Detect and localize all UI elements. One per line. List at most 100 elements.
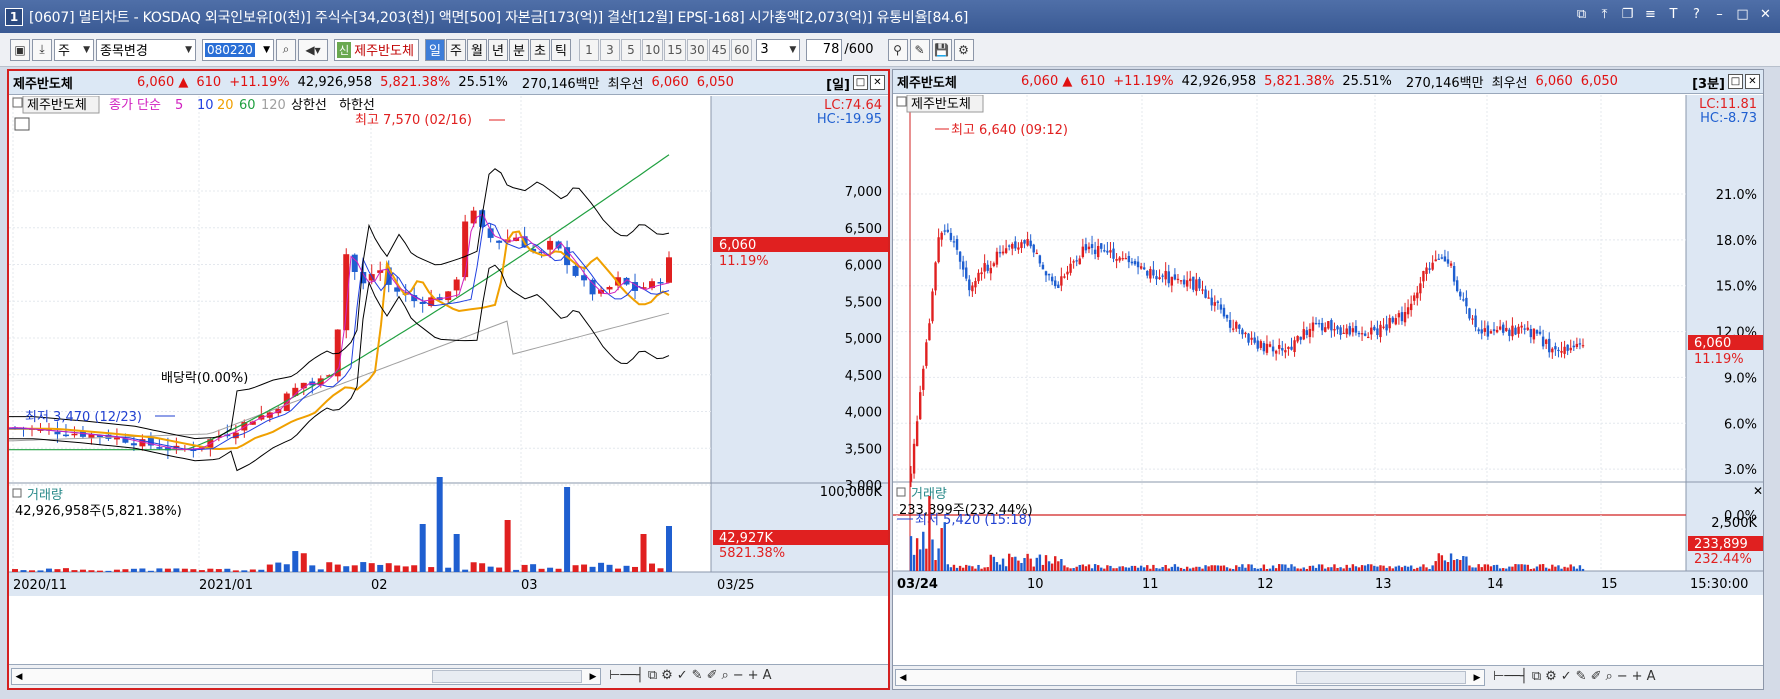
volume-bar — [949, 567, 953, 571]
interval-button[interactable]: 60 — [731, 38, 753, 61]
arrow-right-icon[interactable]: ▶ — [1470, 670, 1484, 685]
text-icon[interactable]: A — [763, 668, 772, 683]
period-button[interactable]: 일 — [424, 38, 445, 61]
period-button[interactable]: 월 — [466, 38, 487, 61]
scroll-thumb[interactable] — [432, 670, 582, 683]
candle-body — [1176, 278, 1180, 280]
volume-bar — [1532, 568, 1536, 571]
font-icon[interactable]: T — [1665, 6, 1682, 23]
period-button[interactable]: 주 — [445, 38, 466, 61]
text-icon[interactable]: A — [1647, 669, 1656, 684]
check-icon[interactable]: ✓ — [1561, 669, 1572, 684]
zoom-slider-icon[interactable]: ⊢──┤ — [609, 668, 644, 683]
scroll-thumb[interactable] — [1296, 671, 1466, 684]
period-label: [3분] — [1692, 77, 1725, 92]
volume-bar — [606, 564, 613, 572]
volume-bar — [632, 566, 639, 572]
candle-body — [1446, 259, 1450, 264]
zoom-in-icon[interactable]: + — [1632, 669, 1643, 684]
zoom-out-icon[interactable]: − — [733, 668, 744, 683]
volume-value: 233,899주(232.44%) — [899, 503, 1033, 518]
interval-button[interactable]: 15 — [664, 38, 686, 61]
draw-icon[interactable]: ✎ — [909, 38, 930, 61]
count-input[interactable]: 78 — [806, 38, 843, 61]
magnifier-icon[interactable]: ⌕ — [721, 668, 728, 683]
period-button[interactable]: 분 — [508, 38, 529, 61]
volume-bar — [925, 548, 928, 571]
settings-icon[interactable]: ⚙ — [1545, 669, 1557, 684]
candle-body — [1299, 336, 1302, 340]
interval-button[interactable]: 30 — [686, 38, 708, 61]
indicator-icon[interactable]: ⚲ — [887, 38, 908, 61]
maximize-icon[interactable]: □ — [1728, 74, 1743, 89]
search-icon[interactable]: ⌕ — [276, 38, 296, 61]
candle-body — [71, 433, 78, 436]
volume-bar — [300, 553, 307, 572]
save-icon[interactable]: 💾 — [931, 38, 952, 61]
pen-icon[interactable]: ✎ — [1576, 669, 1587, 684]
candle-body — [977, 272, 980, 282]
menu-select[interactable]: 종목변경 ▼ — [96, 38, 196, 61]
pen-icon[interactable]: ✎ — [692, 668, 703, 683]
close-icon[interactable]: ✕ — [1745, 74, 1760, 89]
window-number[interactable]: 1 — [5, 7, 23, 26]
arrow-left-icon[interactable]: ◀ — [12, 669, 26, 684]
volume-bar — [241, 570, 248, 572]
interval-button[interactable]: 5 — [620, 38, 641, 61]
chart-tools: ⊢──┤ ⧉ ⚙ ✓ ✎ ✐ ⌕ − + A — [1493, 669, 1655, 684]
volume-bar — [940, 528, 943, 571]
magnifier-icon[interactable]: ⌕ — [1605, 669, 1612, 684]
copy-icon[interactable]: ⧉ — [1532, 669, 1541, 684]
gear-icon[interactable]: ⚙ — [953, 38, 974, 61]
candle-body — [1253, 337, 1256, 343]
market-select[interactable]: 주 ▼ — [54, 38, 94, 61]
restore-icon[interactable]: ❐ — [1619, 6, 1636, 23]
layout-icon[interactable]: ▣ — [10, 38, 30, 61]
help-icon[interactable]: ? — [1688, 6, 1705, 23]
arrow-left-icon[interactable]: ◀ — [896, 670, 910, 685]
edit-icon[interactable]: ✐ — [707, 668, 718, 683]
close-icon[interactable]: ✕ — [1757, 6, 1774, 23]
zoom-slider-icon[interactable]: ⊢──┤ — [1493, 669, 1528, 684]
close-icon[interactable]: ✕ — [870, 75, 885, 90]
zoom-in-icon[interactable]: + — [748, 668, 759, 683]
list-icon[interactable]: ≡ — [1642, 6, 1659, 23]
candle-body — [1130, 261, 1134, 264]
arrow-right-icon[interactable]: ▶ — [586, 669, 600, 684]
settings-icon[interactable]: ⚙ — [661, 668, 673, 683]
interval-button[interactable]: 10 — [641, 38, 664, 61]
copy-icon[interactable]: ⧉ — [648, 668, 657, 683]
volume-bar — [402, 566, 409, 572]
download-icon[interactable]: ⤓ — [32, 38, 52, 61]
check-icon[interactable]: ✓ — [677, 668, 688, 683]
stock-name-box[interactable]: 신 제주반도체 — [334, 38, 419, 61]
period-button[interactable]: 년 — [487, 38, 508, 61]
maximize-icon[interactable]: □ — [1734, 6, 1751, 23]
edit-icon[interactable]: ✐ — [1591, 669, 1602, 684]
zoom-out-icon[interactable]: − — [1617, 669, 1628, 684]
interval-button[interactable]: 3 — [599, 38, 620, 61]
minute-candle-chart[interactable]: 21.0%18.0%15.0%12.0%9.0%6.0%3.0%0.0%제주반도… — [893, 95, 1763, 667]
candle-body — [1216, 301, 1220, 303]
volume: 42,926,958 — [1181, 74, 1257, 89]
period-button[interactable]: 틱 — [550, 38, 571, 61]
horizontal-scrollbar[interactable]: ◀ ▶ — [895, 669, 1485, 686]
interval-button[interactable]: 45 — [708, 38, 731, 61]
minimize-icon[interactable]: – — [1711, 6, 1728, 23]
horizontal-scrollbar[interactable]: ◀ ▶ — [11, 668, 601, 685]
candle-body — [1007, 245, 1011, 247]
candle-body — [1124, 258, 1127, 260]
x-tick-label: 2020/11 — [13, 578, 67, 593]
speaker-icon[interactable]: ◀▾ — [298, 38, 328, 61]
maximize-icon[interactable]: □ — [853, 75, 868, 90]
pin-icon[interactable]: ⤒ — [1596, 6, 1613, 23]
interval-button[interactable]: 1 — [578, 38, 599, 61]
stock-code-input[interactable]: 080220 ▼ — [202, 38, 274, 61]
volume-bar — [445, 567, 452, 572]
volume-bar — [649, 563, 656, 572]
candle-body — [995, 251, 999, 265]
daily-candle-chart[interactable]: 7,000 6,500 6,000 5,500 5,000 4,500 4,000 3,500… — [9, 96, 888, 668]
period-button[interactable]: 초 — [529, 38, 550, 61]
interval-select[interactable]: 3 ▼ — [756, 38, 801, 61]
link-icon[interactable]: ⧉ — [1573, 6, 1590, 23]
